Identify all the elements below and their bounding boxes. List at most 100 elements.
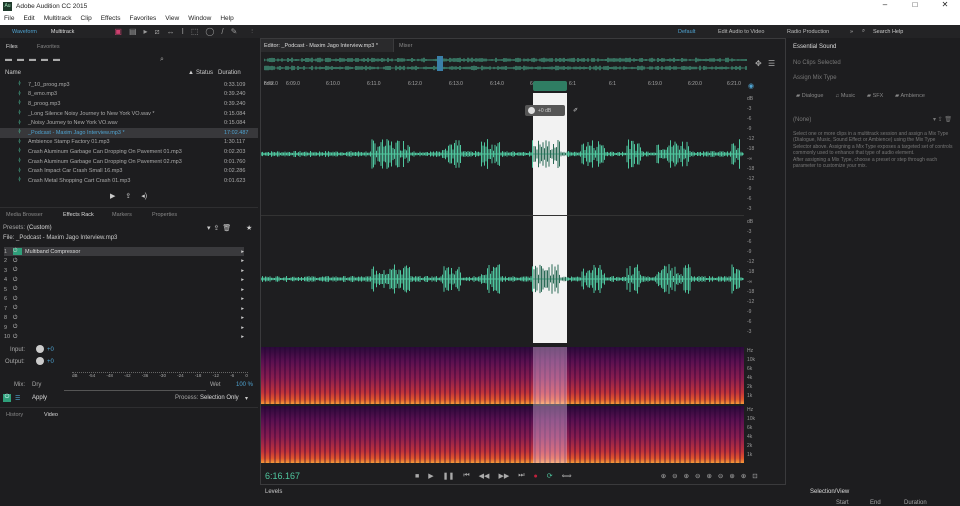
- fast-forward-icon[interactable]: ▶▶: [498, 472, 509, 480]
- skip-start-icon[interactable]: ⏮: [463, 472, 469, 480]
- preset-actions-icons[interactable]: ▾⇪🗑: [207, 224, 234, 232]
- output-value[interactable]: +0: [47, 359, 54, 365]
- chevron-down-icon[interactable]: ▾: [245, 395, 248, 402]
- effect-slot[interactable]: 2 ⏻ ▸: [4, 257, 244, 266]
- spectrogram-left[interactable]: [261, 347, 744, 404]
- close-icon[interactable]: ✕: [930, 0, 960, 9]
- column-name[interactable]: Name: [5, 70, 21, 76]
- skip-end-icon[interactable]: ⏭: [518, 472, 524, 480]
- selection-range-marker[interactable]: [533, 81, 567, 91]
- slot-menu-arrow-icon[interactable]: ▸: [241, 296, 244, 302]
- power-icon[interactable]: ⏻: [13, 324, 22, 331]
- effect-slot[interactable]: 5 ⏻ ▸: [4, 285, 244, 294]
- play-icon[interactable]: ▶: [110, 192, 115, 200]
- maximize-icon[interactable]: □: [900, 0, 930, 9]
- file-list-item[interactable]: ⫩ Crash Metal Shopping Cart Crash 01.mp3 0…: [0, 176, 258, 186]
- menu-clip[interactable]: Clip: [81, 15, 92, 22]
- power-icon[interactable]: ⏻: [13, 305, 22, 312]
- file-list-item[interactable]: ⫩ Crash Aluminum Garbage Can Dropping On …: [0, 157, 258, 167]
- spectral-display-icon[interactable]: ▣: [114, 27, 122, 36]
- menu-file[interactable]: File: [4, 15, 14, 22]
- mix-type-dialogue[interactable]: ▰ Dialogue: [796, 93, 823, 99]
- mix-type-sfx[interactable]: ▰ SFX: [867, 93, 883, 99]
- menu-multitrack[interactable]: Multitrack: [44, 15, 72, 22]
- menu-help[interactable]: Help: [220, 15, 233, 22]
- menu-window[interactable]: Window: [188, 15, 211, 22]
- apply-button[interactable]: Apply: [32, 395, 47, 401]
- search-help-input[interactable]: Search Help: [873, 29, 903, 35]
- power-icon[interactable]: ⏻: [13, 286, 22, 293]
- column-status[interactable]: Status: [196, 70, 213, 76]
- slot-menu-arrow-icon[interactable]: ▸: [241, 325, 244, 331]
- panel-menu-icon[interactable]: ☰: [768, 59, 775, 68]
- time-ruler[interactable]: hms 6:09.0 6:10.0 6:11.0 6:12.0 6:13.0 6:14.0 6…: [264, 81, 747, 93]
- tab-video[interactable]: Video: [44, 412, 58, 418]
- presets-dropdown[interactable]: (Custom): [27, 225, 52, 231]
- zoom-navigator-icon[interactable]: ✥: [755, 59, 762, 68]
- spot-healing-icon[interactable]: ✎: [231, 27, 238, 36]
- effect-slot[interactable]: 6 ⏻ ▸: [4, 295, 244, 304]
- slot-menu-arrow-icon[interactable]: ▸: [241, 268, 244, 274]
- lasso-tool-icon[interactable]: ◯: [205, 27, 214, 36]
- file-list-item[interactable]: ⫩ 7_10_proog.mp3 0:33.109: [0, 80, 258, 90]
- effect-slot[interactable]: 1 ⏻ Multiband Compressor ▸: [4, 247, 244, 256]
- marquee-tool-icon[interactable]: ⬚: [191, 27, 199, 36]
- rack-power-icon[interactable]: ⏻: [3, 394, 11, 402]
- effect-slot[interactable]: 7 ⏻ ▸: [4, 304, 244, 313]
- power-icon[interactable]: ⏻: [13, 315, 22, 322]
- file-list-item[interactable]: ⫩ 8_emo.mp3 0:39.240: [0, 90, 258, 100]
- output-knob[interactable]: [36, 357, 44, 365]
- menu-favorites[interactable]: Favorites: [129, 15, 156, 22]
- file-list-item[interactable]: ⫩ _Podcast - Maxim Jago Interview.mp3 * 17…: [0, 128, 258, 138]
- rack-list-icon[interactable]: ☰: [15, 395, 20, 402]
- spectrogram-right[interactable]: [261, 406, 744, 463]
- spectral-selection[interactable]: [533, 347, 567, 463]
- waveform-view-button[interactable]: Waveform: [12, 29, 37, 35]
- more-workspaces-button[interactable]: »: [850, 29, 853, 35]
- effect-slot[interactable]: 3 ⏻ ▸: [4, 266, 244, 275]
- tab-mixer[interactable]: Mixer: [399, 43, 412, 49]
- record-icon[interactable]: ●: [534, 473, 538, 480]
- mix-slider[interactable]: [64, 390, 206, 391]
- razor-tool-icon[interactable]: ⧄: [155, 27, 160, 37]
- power-icon[interactable]: ⏻: [13, 296, 22, 303]
- overview-viewport-handle[interactable]: [437, 56, 443, 71]
- power-icon[interactable]: ⏻: [13, 334, 22, 341]
- move-tool-icon[interactable]: ▸: [144, 27, 148, 36]
- tab-effects-rack[interactable]: Effects Rack: [63, 212, 94, 218]
- effect-slot[interactable]: 10 ⏻ ▸: [4, 333, 244, 342]
- preset-dropdown[interactable]: (None): [793, 117, 811, 123]
- stop-icon[interactable]: ■: [415, 473, 419, 480]
- menu-view[interactable]: View: [165, 15, 179, 22]
- menu-effects[interactable]: Effects: [101, 15, 121, 22]
- file-actions-icons[interactable]: ▬▬▬▬▬: [5, 56, 65, 63]
- time-selection-tool-icon[interactable]: I: [182, 27, 184, 36]
- slot-menu-arrow-icon[interactable]: ▸: [241, 258, 244, 264]
- overview-waveform[interactable]: [264, 56, 747, 72]
- slip-tool-icon[interactable]: ↔: [167, 27, 175, 36]
- file-list-item[interactable]: ⫩ 8_proog.mp3 0:39.240: [0, 99, 258, 109]
- power-icon[interactable]: ⏻: [13, 277, 22, 284]
- workspace-edit-audio-to-video[interactable]: Edit Audio to Video: [718, 29, 764, 35]
- slot-menu-arrow-icon[interactable]: ▸: [241, 287, 244, 293]
- slot-menu-arrow-icon[interactable]: ▸: [241, 277, 244, 283]
- mix-type-ambience[interactable]: ▰ Ambience: [895, 93, 925, 99]
- slot-menu-arrow-icon[interactable]: ▸: [241, 306, 244, 312]
- power-icon[interactable]: ⏻: [13, 267, 22, 274]
- input-knob[interactable]: [36, 345, 44, 353]
- file-list-item[interactable]: ⫩ _Long Silence Noisy Journey to New York…: [0, 109, 258, 119]
- tab-editor[interactable]: Editor: _Podcast - Maxim Jago Interview.…: [261, 39, 394, 52]
- rewind-icon[interactable]: ◀◀: [479, 472, 490, 480]
- file-list-item[interactable]: ⫩ Crash Impact Car Crash Small 16.mp3 0:02…: [0, 166, 258, 176]
- tab-markers[interactable]: Markers: [112, 212, 132, 218]
- search-icon[interactable]: ⌕: [160, 56, 164, 64]
- loop-icon[interactable]: ◉: [748, 82, 754, 90]
- minimize-icon[interactable]: –: [870, 0, 900, 9]
- zoom-controls-icons[interactable]: ⊕⊖⊕⊖⊕⊖⊕⊕⊡: [661, 472, 764, 480]
- power-icon[interactable]: ⏻: [13, 258, 22, 265]
- column-duration[interactable]: Duration: [218, 70, 241, 76]
- waveform-channel-left[interactable]: [261, 94, 744, 214]
- tab-properties[interactable]: Properties: [152, 212, 177, 218]
- file-list-item[interactable]: ⫩ Crash Aluminum Garbage Can Dropping On …: [0, 147, 258, 157]
- preset-actions-icons[interactable]: ▾ ⇪ 🗑: [933, 116, 952, 123]
